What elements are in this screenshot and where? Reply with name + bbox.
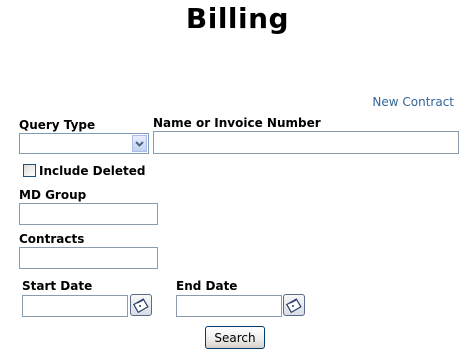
contracts-input[interactable]	[19, 247, 158, 269]
calendar-icon	[284, 295, 304, 315]
end-date-input[interactable]	[176, 295, 282, 317]
name-or-invoice-label: Name or Invoice Number	[153, 116, 321, 130]
start-date-calendar-button[interactable]	[130, 294, 152, 316]
contracts-label: Contracts	[19, 232, 85, 246]
md-group-label: MD Group	[19, 188, 87, 202]
end-date-label: End Date	[176, 279, 238, 293]
md-group-input[interactable]	[19, 203, 158, 225]
chevron-down-icon[interactable]	[132, 135, 147, 152]
query-type-select[interactable]	[19, 133, 149, 154]
new-contract-link[interactable]: New Contract	[372, 95, 454, 109]
start-date-input[interactable]	[22, 295, 128, 317]
query-type-label: Query Type	[19, 118, 96, 132]
include-deleted-label: Include Deleted	[39, 164, 146, 178]
calendar-icon	[131, 295, 151, 315]
name-or-invoice-input[interactable]	[153, 131, 459, 154]
search-button[interactable]: Search	[205, 326, 265, 349]
page-title: Billing	[185, 2, 290, 35]
start-date-label: Start Date	[22, 279, 93, 293]
end-date-calendar-button[interactable]	[283, 294, 305, 316]
include-deleted-checkbox[interactable]	[23, 164, 36, 177]
